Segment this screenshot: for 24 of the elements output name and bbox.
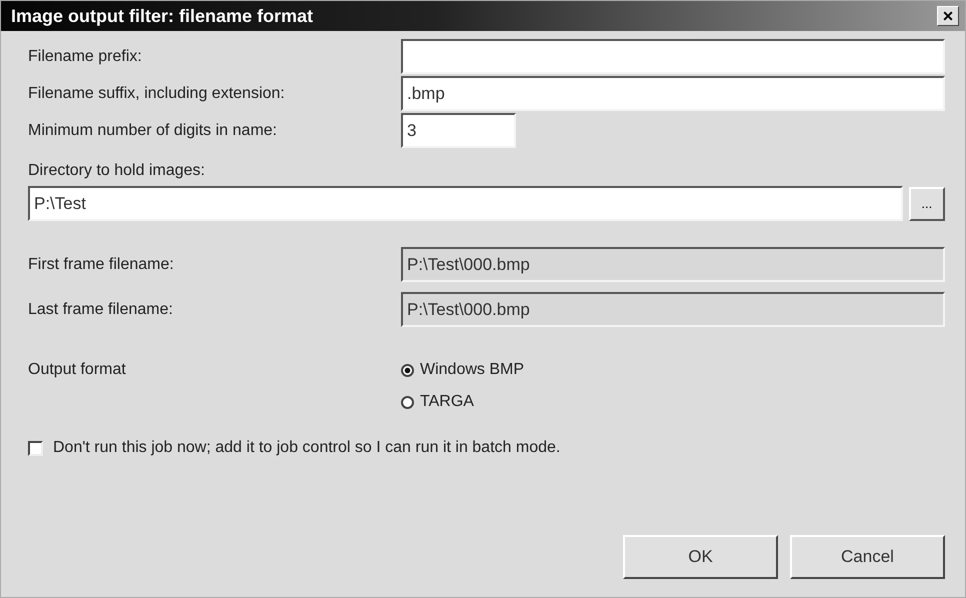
cancel-button[interactable]: Cancel	[790, 535, 945, 579]
checkbox-label: Don't run this job now; add it to job control so I can run it in batch mode.	[53, 439, 560, 457]
text-field[interactable]: .bmp	[401, 76, 945, 111]
checkbox[interactable]	[28, 440, 43, 456]
field-label: Last frame filename:	[28, 300, 174, 318]
field-label: Directory to hold images:	[28, 162, 206, 180]
field-label: Output format	[28, 361, 127, 379]
radio-icon[interactable]	[401, 396, 414, 408]
field-label: Minimum number of digits in name:	[28, 122, 278, 140]
radio-option[interactable]: Windows BMP	[401, 361, 524, 379]
text-field[interactable]	[401, 39, 945, 74]
ok-button[interactable]: OK	[623, 535, 778, 579]
field-label: First frame filename:	[28, 256, 175, 274]
radio-option[interactable]: TARGA	[401, 393, 474, 411]
field-label: Filename suffix, including extension:	[28, 84, 286, 102]
window-title: Image output filter: filename format	[11, 6, 314, 26]
filename-field: P:\Test\000.bmp	[401, 247, 945, 282]
directory-field[interactable]: P:\Test	[28, 186, 903, 221]
field-label: Filename prefix:	[28, 48, 143, 66]
browse-button[interactable]: ...	[908, 186, 945, 220]
text-field[interactable]: 3	[401, 113, 516, 148]
close-button[interactable]: ×	[937, 6, 959, 26]
radio-icon[interactable]	[401, 364, 414, 376]
filename-field: P:\Test\000.bmp	[401, 292, 945, 327]
